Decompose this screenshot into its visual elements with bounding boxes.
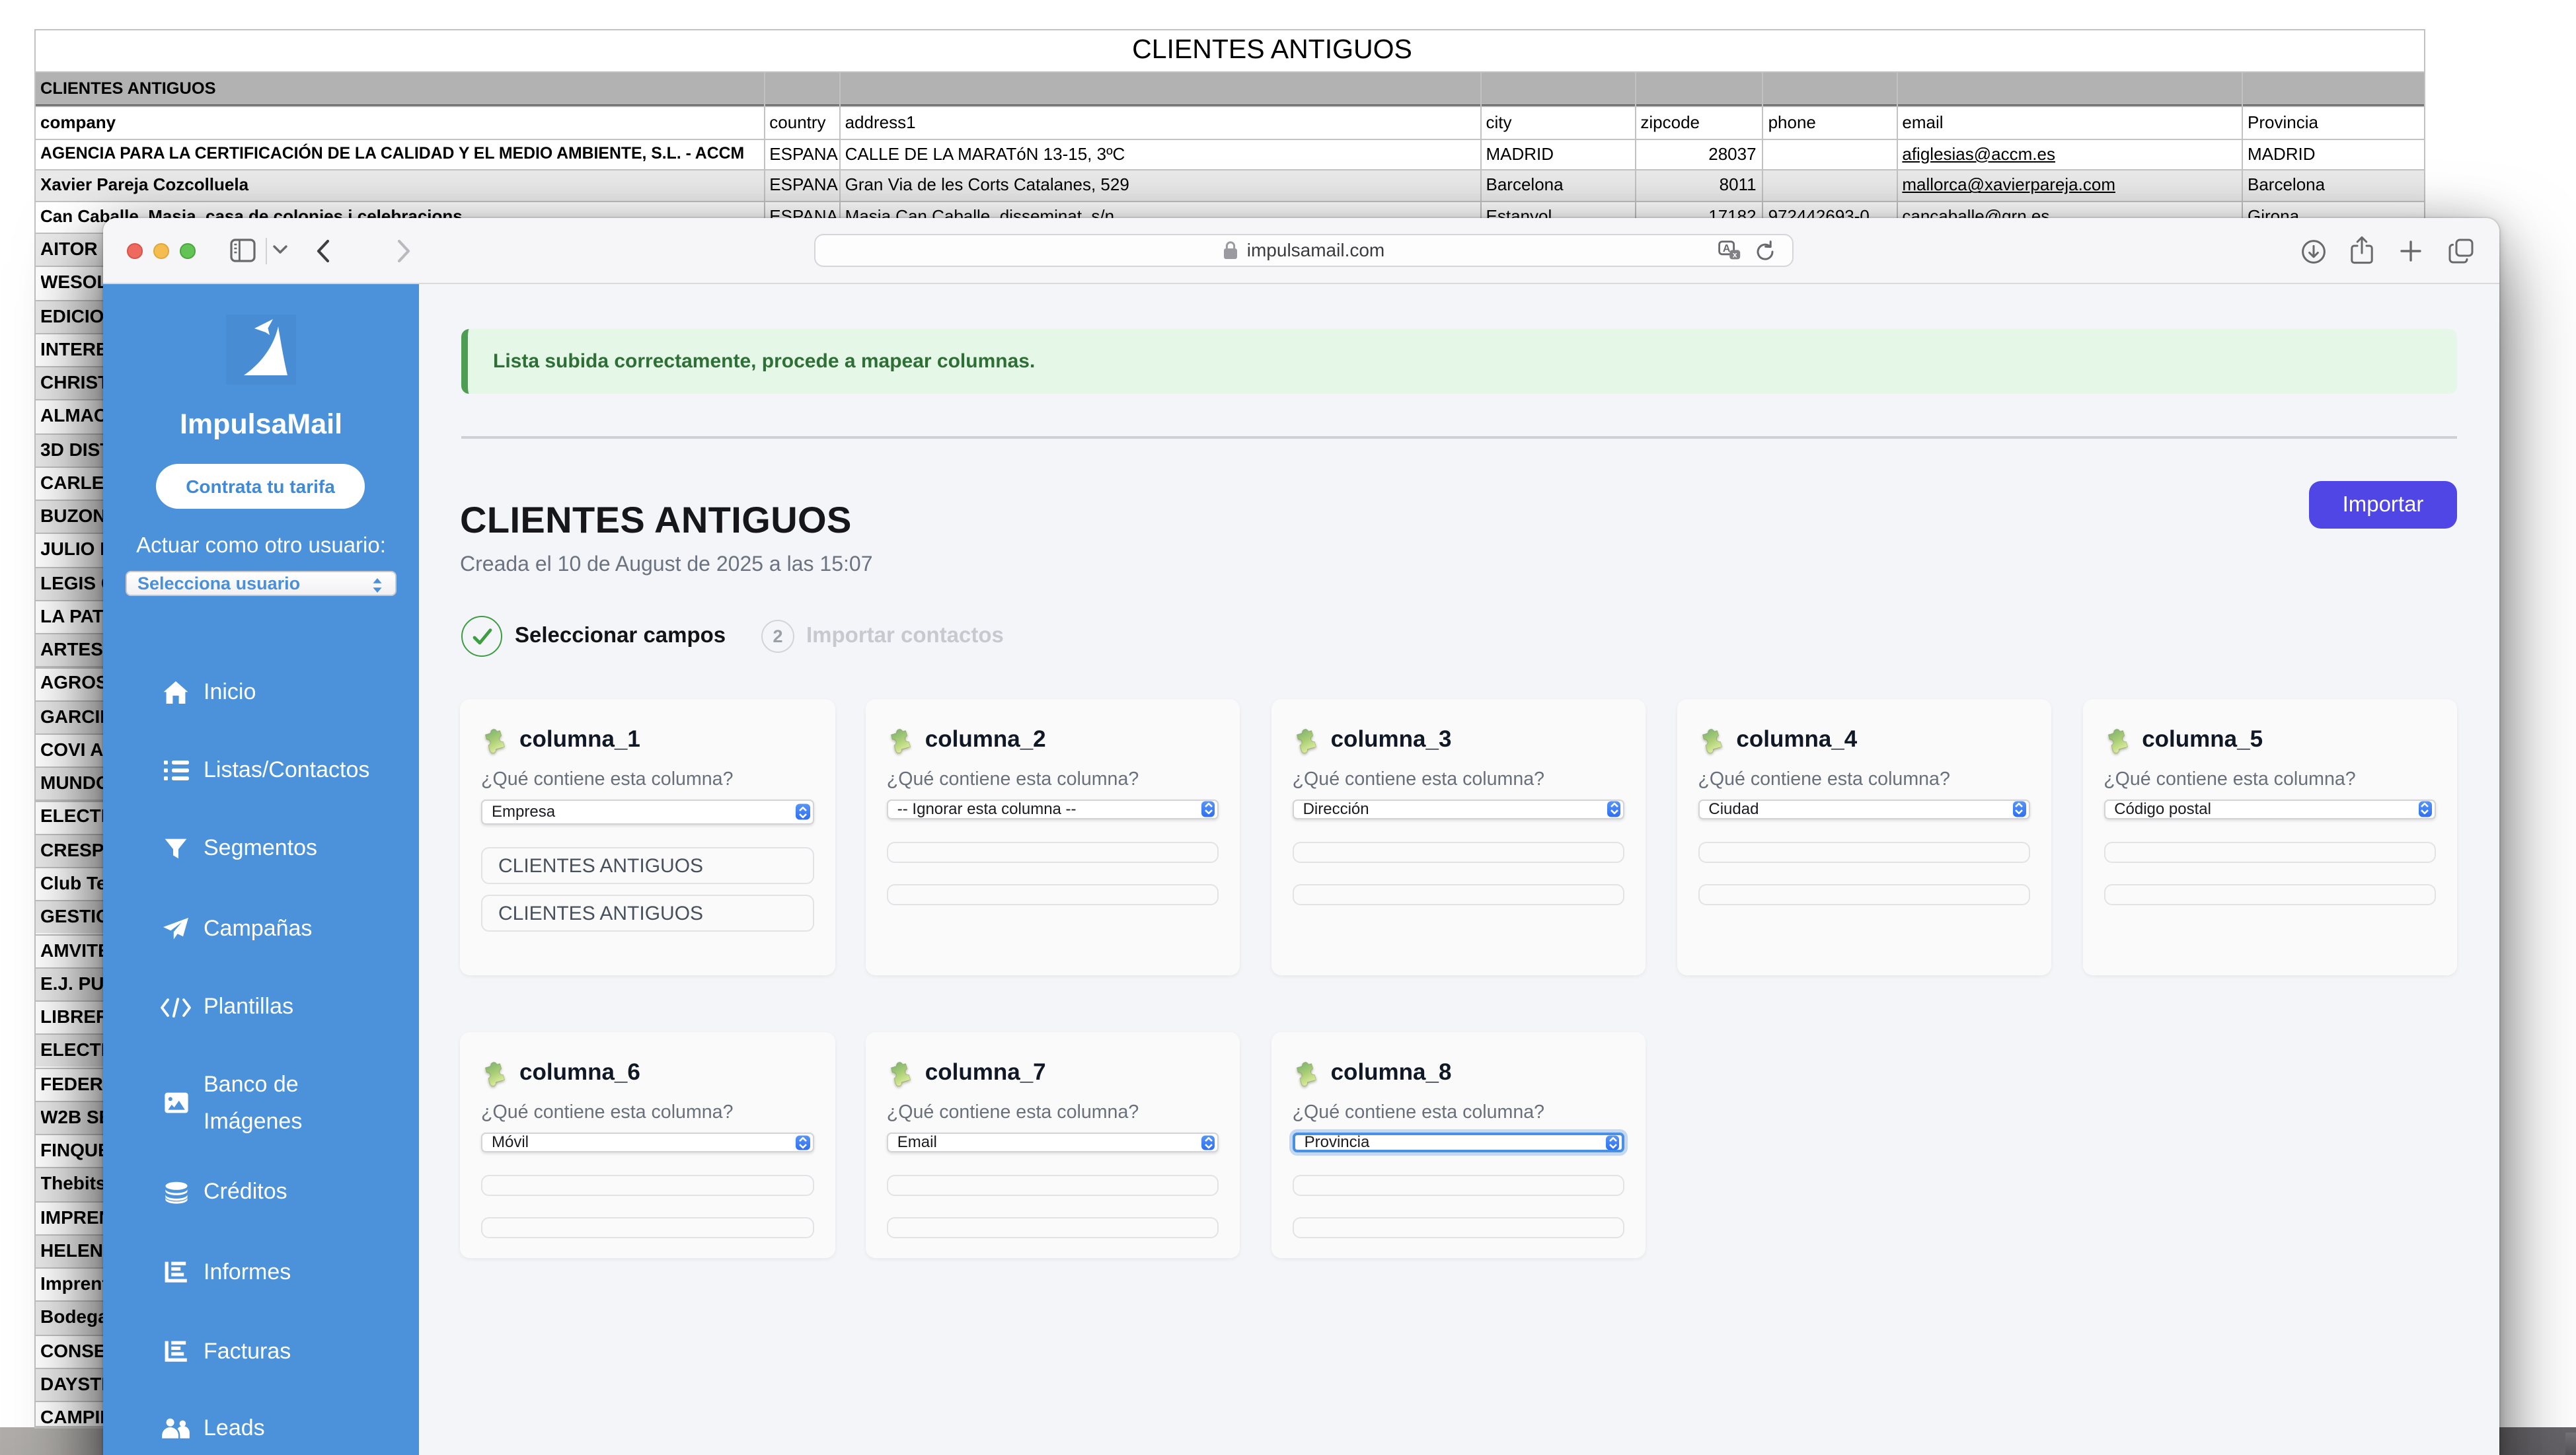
- svg-text:x: x: [1733, 250, 1737, 260]
- svg-text:A: A: [1723, 243, 1731, 254]
